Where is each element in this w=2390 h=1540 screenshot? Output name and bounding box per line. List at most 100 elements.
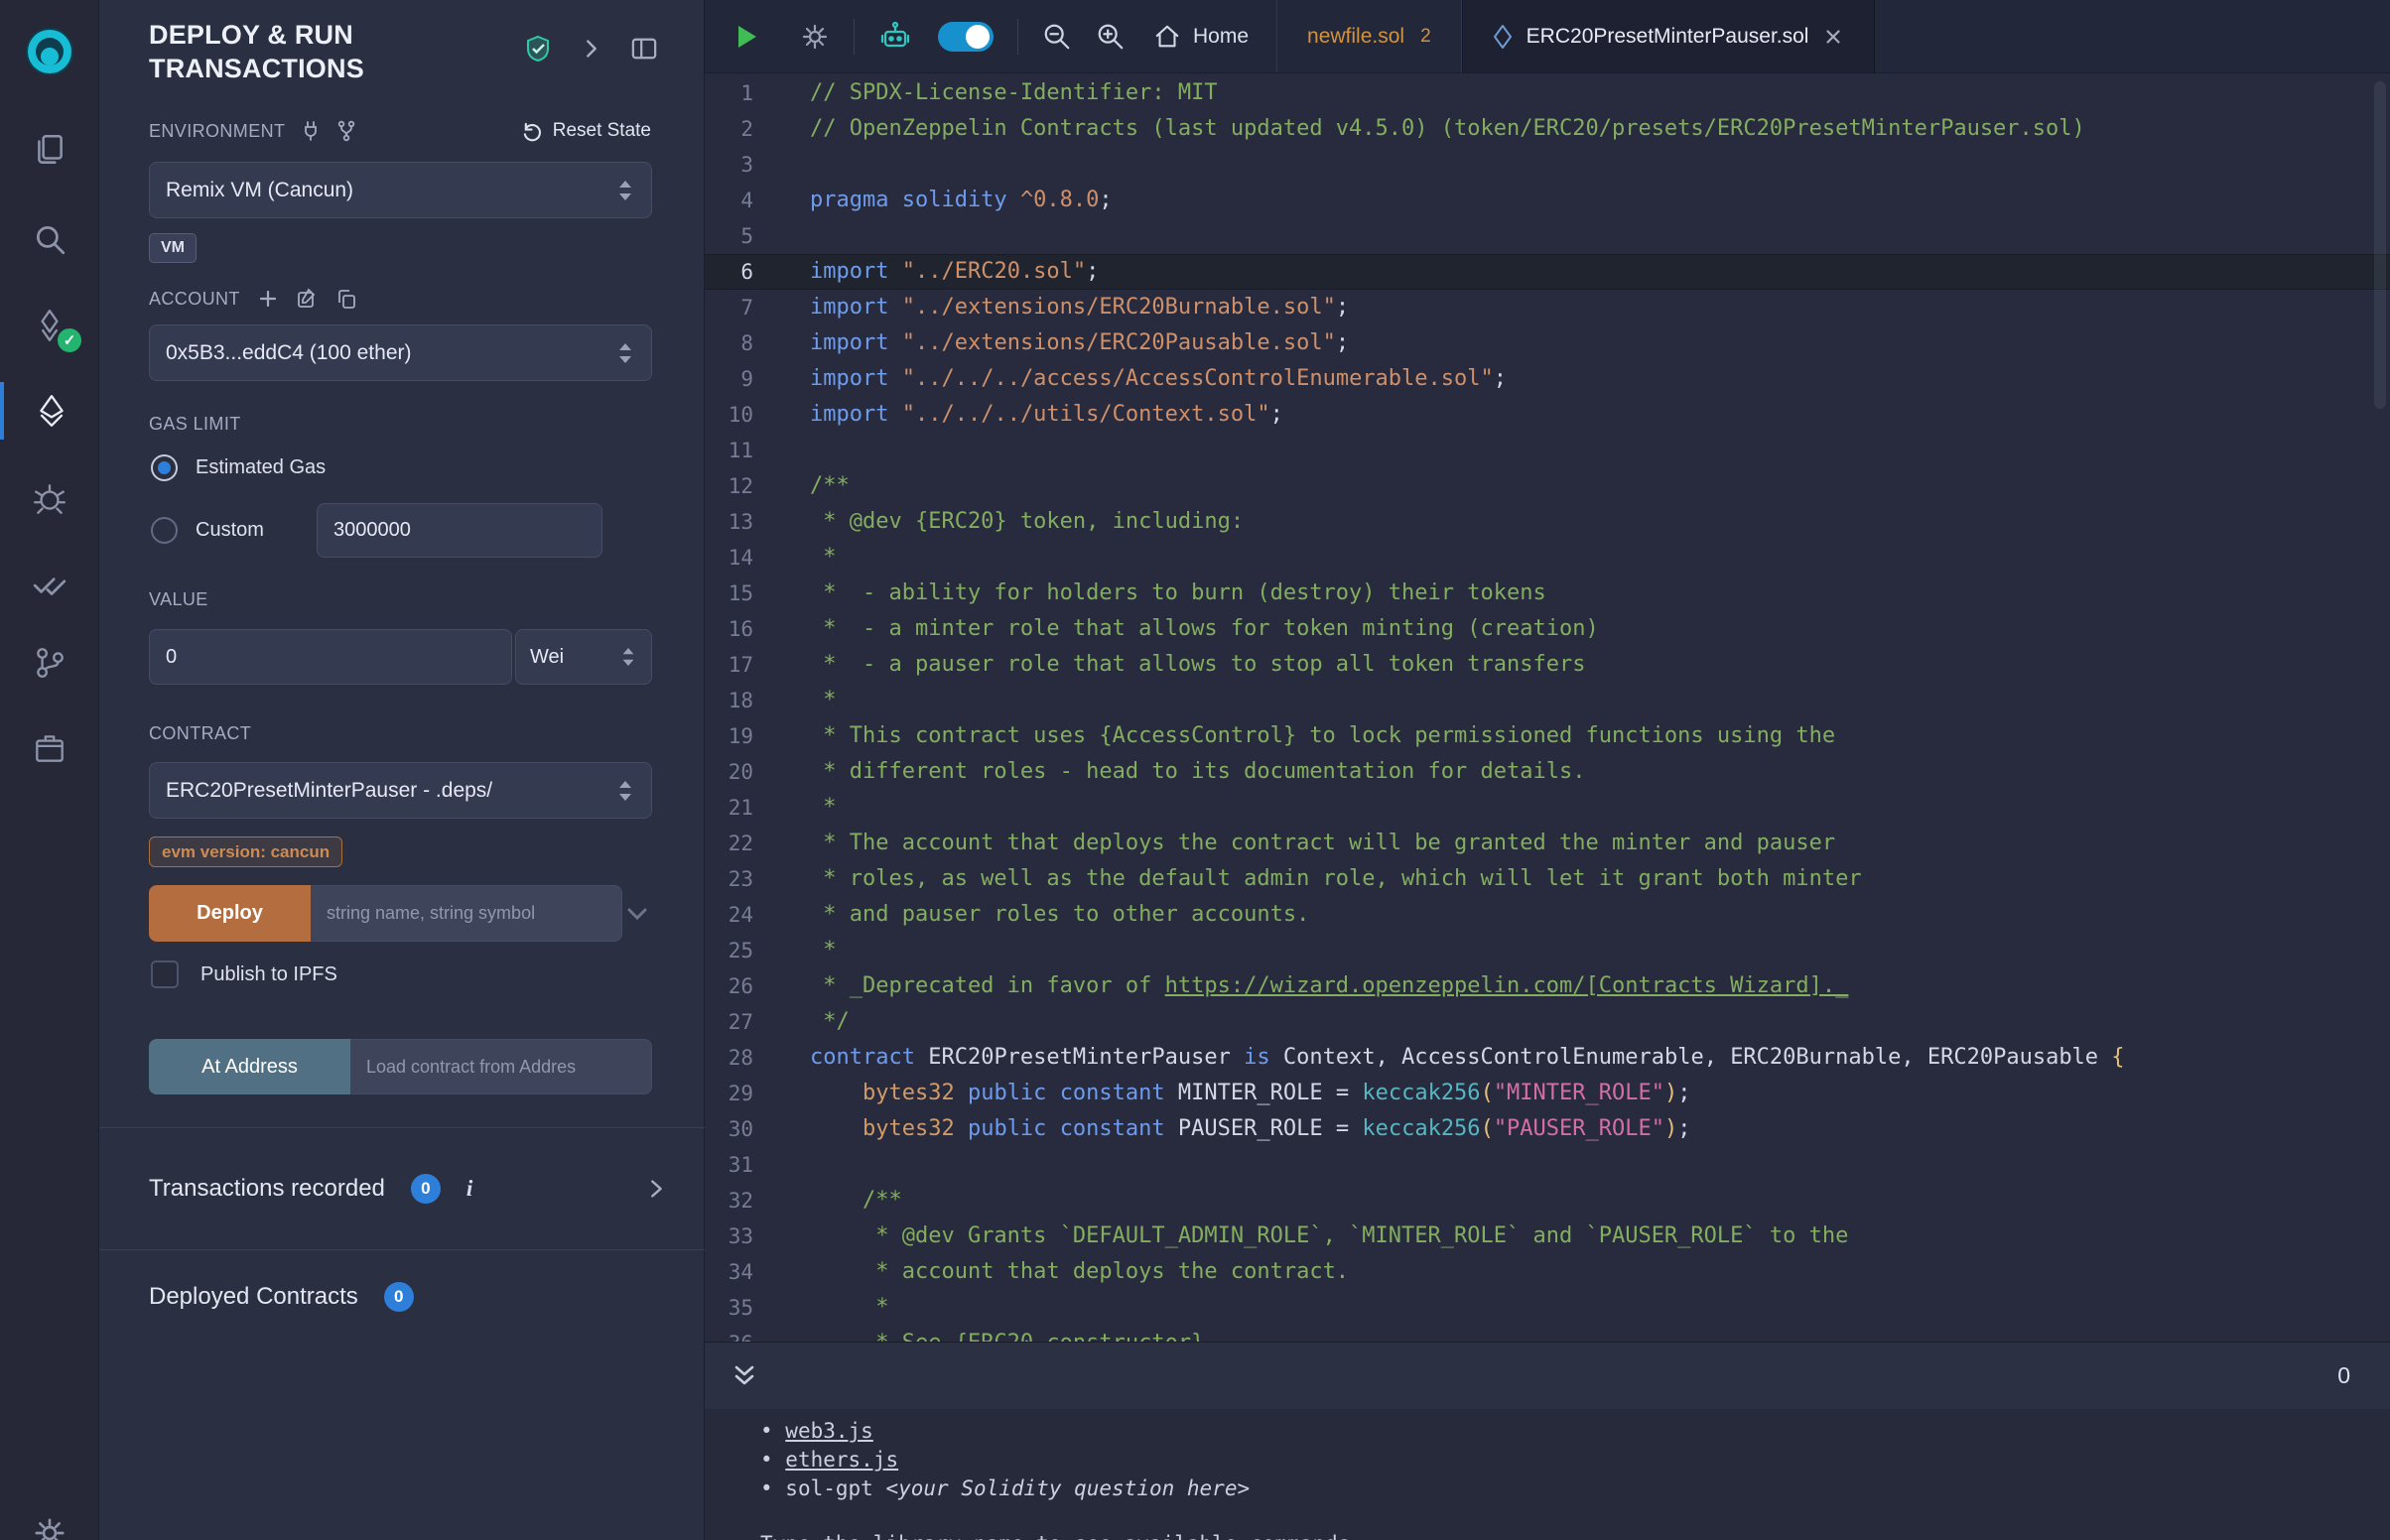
sign-message-icon[interactable] — [296, 288, 318, 310]
code-line[interactable]: 25 * — [705, 933, 2390, 968]
custom-gas-option-label: Custom — [196, 519, 264, 542]
deploy-button[interactable]: Deploy — [149, 885, 311, 942]
ai-assistant-button[interactable] — [878, 20, 912, 54]
code-line[interactable]: 35 * — [705, 1290, 2390, 1326]
code-line[interactable]: 2// OpenZeppelin Contracts (last updated… — [705, 111, 2390, 147]
at-address-button[interactable]: At Address — [149, 1039, 350, 1094]
solidity-file-icon — [1493, 24, 1513, 50]
code-line[interactable]: 7import "../extensions/ERC20Burnable.sol… — [705, 290, 2390, 325]
terminal-entry[interactable]: • web3.js — [760, 1417, 2390, 1446]
sidebar-item-search[interactable] — [0, 210, 99, 268]
code-line[interactable]: 31 — [705, 1147, 2390, 1183]
code-line[interactable]: 26 * _Deprecated in favor of https://wiz… — [705, 968, 2390, 1004]
code-line[interactable]: 3 — [705, 147, 2390, 183]
sidebar-item-solidity-compiler[interactable]: ✓ — [0, 297, 99, 354]
code-line[interactable]: 1// SPDX-License-Identifier: MIT — [705, 75, 2390, 111]
code-line[interactable]: 30 bytes32 public constant PAUSER_ROLE =… — [705, 1111, 2390, 1147]
value-unit-select[interactable]: Wei — [515, 629, 652, 685]
code-line[interactable]: 11 — [705, 433, 2390, 468]
run-script-button[interactable] — [730, 22, 760, 52]
code-line[interactable]: 22 * The account that deploys the contra… — [705, 826, 2390, 861]
at-address-input[interactable] — [350, 1039, 652, 1094]
estimated-gas-radio[interactable] — [151, 454, 178, 481]
terminal-entry[interactable]: • ethers.js — [760, 1446, 2390, 1475]
plug-icon[interactable] — [301, 120, 321, 142]
code-line[interactable]: 16 * - a minter role that allows for tok… — [705, 611, 2390, 647]
code-editor[interactable]: 1// SPDX-License-Identifier: MIT2// Open… — [705, 73, 2390, 1342]
unit-stepper-icon — [619, 644, 637, 670]
tab-newfile[interactable]: newfile.sol 2 — [1276, 0, 1462, 72]
transactions-expand-chevron[interactable] — [644, 1177, 668, 1201]
code-line[interactable]: 24 * and pauser roles to other accounts. — [705, 897, 2390, 933]
code-line[interactable]: 8import "../extensions/ERC20Pausable.sol… — [705, 325, 2390, 361]
home-tab[interactable]: Home — [1126, 23, 1276, 51]
sidebar-item-unit-testing[interactable] — [0, 556, 99, 613]
constructor-args-input[interactable] — [311, 885, 622, 942]
reset-state-button[interactable]: Reset State — [522, 120, 651, 142]
terminal-link[interactable]: ethers.js — [785, 1448, 898, 1472]
fork-icon[interactable] — [336, 120, 356, 142]
sidebar-item-deploy-run[interactable] — [0, 382, 99, 440]
add-account-icon[interactable] — [258, 289, 278, 309]
terminal-entries: • web3.js• ethers.js• sol-gpt <your Soli… — [760, 1417, 2390, 1503]
code-line[interactable]: 19 * This contract uses {AccessControl} … — [705, 718, 2390, 754]
code-line[interactable]: 17 * - a pauser role that allows to stop… — [705, 647, 2390, 683]
code-line[interactable]: 13 * @dev {ERC20} token, including: — [705, 504, 2390, 540]
contract-select[interactable]: ERC20PresetMinterPauser - .deps/ — [149, 762, 652, 819]
sidebar-item-git[interactable] — [0, 634, 99, 692]
play-icon — [730, 22, 760, 52]
code-line[interactable]: 36 * See {ERC20-constructor}. — [705, 1326, 2390, 1342]
code-line[interactable]: 18 * — [705, 683, 2390, 718]
sidebar-item-debugger[interactable] — [0, 469, 99, 527]
terminal-output[interactable]: • web3.js• ethers.js• sol-gpt <your Soli… — [705, 1409, 2390, 1540]
code-line[interactable]: 23 * roles, as well as the default admin… — [705, 861, 2390, 897]
ai-robot-icon — [878, 20, 912, 54]
custom-gas-radio[interactable] — [151, 517, 178, 544]
copy-address-icon[interactable] — [335, 288, 357, 310]
code-line[interactable]: 27 */ — [705, 1004, 2390, 1040]
terminal-link[interactable]: web3.js — [785, 1419, 873, 1443]
sidebar-item-file-explorer[interactable] — [0, 121, 99, 179]
select-stepper-icon — [615, 777, 635, 805]
value-input[interactable] — [149, 629, 512, 685]
sidebar-item-settings[interactable] — [0, 1504, 99, 1540]
code-line[interactable]: 29 bytes32 public constant MINTER_ROLE =… — [705, 1076, 2390, 1111]
zoom-in-button[interactable] — [1096, 22, 1126, 52]
custom-gas-input[interactable] — [317, 503, 602, 558]
code-line[interactable]: 9import "../../../access/AccessControlEn… — [705, 361, 2390, 397]
ai-copilot-toggle[interactable] — [938, 22, 994, 52]
code-line[interactable]: 28contract ERC20PresetMinterPauser is Co… — [705, 1040, 2390, 1076]
code-line[interactable]: 10import "../../../utils/Context.sol"; — [705, 397, 2390, 433]
code-line[interactable]: 15 * - ability for holders to burn (dest… — [705, 576, 2390, 611]
layout-columns-icon[interactable] — [630, 36, 658, 62]
zoom-in-icon — [1096, 22, 1126, 52]
code-line[interactable]: 34 * account that deploys the contract. — [705, 1254, 2390, 1290]
code-line[interactable]: 14 * — [705, 540, 2390, 576]
environment-label: ENVIRONMENT — [149, 121, 285, 142]
code-line[interactable]: 12/** — [705, 468, 2390, 504]
line-number: 8 — [705, 325, 810, 361]
zoom-out-button[interactable] — [1042, 22, 1072, 52]
reset-icon — [522, 121, 543, 142]
account-select[interactable]: 0x5B3...eddC4 (100 ether) — [149, 324, 652, 381]
code-line[interactable]: 20 * different roles - head to its docum… — [705, 754, 2390, 790]
code-line[interactable]: 5 — [705, 218, 2390, 254]
double-chevron-down-icon[interactable] — [730, 1362, 758, 1390]
code-line[interactable]: 33 * @dev Grants `DEFAULT_ADMIN_ROLE`, `… — [705, 1219, 2390, 1254]
line-number: 25 — [705, 933, 810, 968]
code-line[interactable]: 21 * — [705, 790, 2390, 826]
publish-ipfs-checkbox[interactable] — [151, 961, 179, 988]
collapse-chevron-icon[interactable] — [579, 36, 604, 62]
close-icon[interactable] — [1822, 26, 1844, 48]
code-line[interactable]: 32 /** — [705, 1183, 2390, 1219]
editor-scrollbar[interactable] — [2374, 81, 2386, 409]
remix-logo[interactable] — [0, 23, 99, 80]
environment-select[interactable]: Remix VM (Cancun) — [149, 162, 652, 218]
script-config-button[interactable] — [800, 22, 830, 52]
code-line[interactable]: 6import "../ERC20.sol"; — [705, 254, 2390, 290]
info-icon[interactable]: i — [466, 1176, 472, 1202]
sidebar-item-plugin-manager[interactable] — [0, 719, 99, 777]
code-line[interactable]: 4pragma solidity ^0.8.0; — [705, 183, 2390, 218]
deploy-expand-chevron[interactable] — [622, 901, 652, 927]
tab-erc20-preset-minter-pauser[interactable]: ERC20PresetMinterPauser.sol — [1462, 0, 1876, 72]
